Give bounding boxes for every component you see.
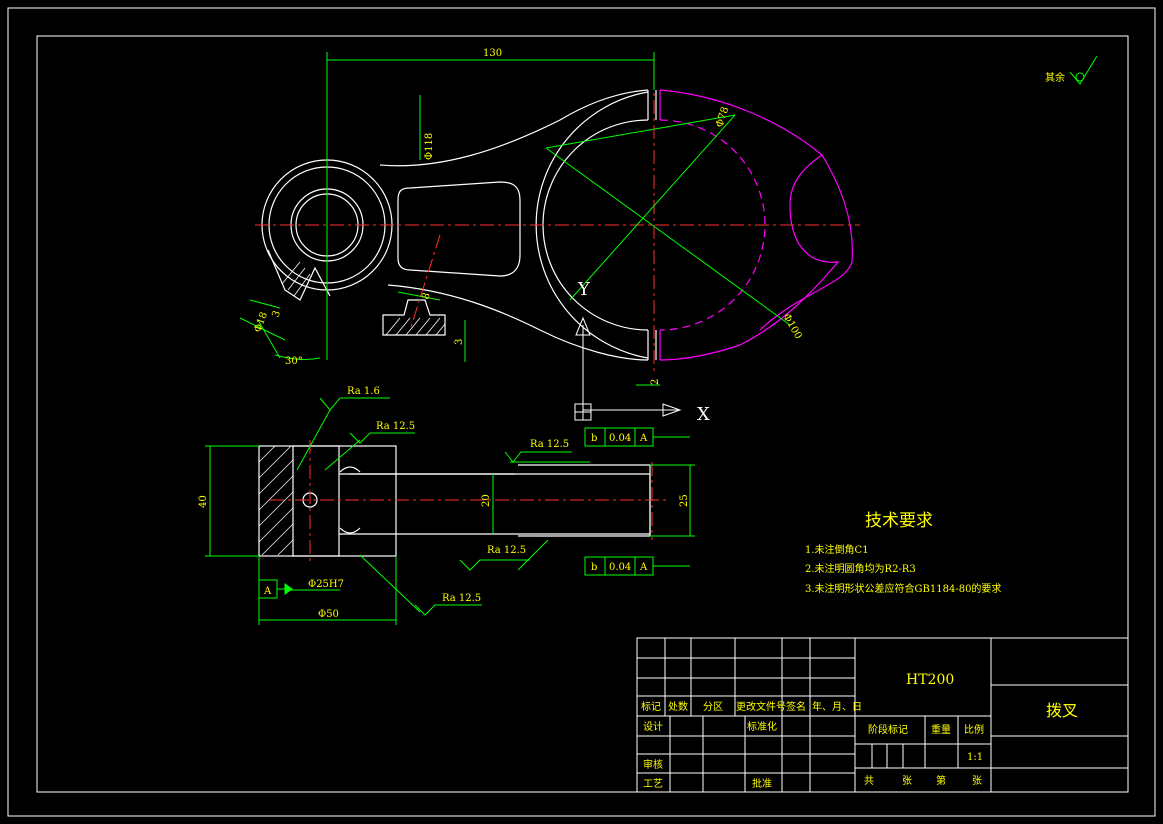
notes-title: 技术要求 — [865, 511, 933, 531]
ra125a-symbol — [349, 432, 415, 444]
tb-part-name: 拨叉 — [1046, 701, 1078, 720]
dim-130-text: 130 — [483, 48, 502, 59]
tol-top-symbol: b — [591, 433, 597, 444]
dim-100-diag-b — [569, 114, 736, 301]
lug-outline — [267, 249, 331, 301]
front-view — [258, 445, 651, 557]
tb-stage: 阶段标记 — [868, 723, 908, 736]
ra-1-6-text: Ra 1.6 — [347, 386, 380, 397]
dim-50-text: Φ50 — [318, 609, 339, 620]
ra-12-5-c-text: Ra 12.5 — [487, 545, 526, 556]
tb-review: 审核 — [643, 758, 663, 771]
dimensions-top — [239, 52, 791, 386]
boss-section — [258, 445, 397, 557]
tb-total: 共 — [864, 775, 874, 787]
ra125a-leader — [324, 439, 361, 471]
drawing-sheet: 130 Φ118 Φ78 Φ100 Φ18 30° 3 8 3 2 40 20 … — [0, 0, 1163, 824]
tb-standardize: 标准化 — [747, 720, 777, 733]
tb-weight: 重量 — [931, 723, 951, 736]
ra-12-5-b-text: Ra 12.5 — [530, 439, 569, 450]
ra125d-leader — [359, 554, 421, 613]
others-finish-circle — [1075, 72, 1085, 82]
ra16-leader — [296, 409, 331, 471]
others-finish-text: 其余 — [1045, 71, 1065, 84]
ucs-y-label: Y — [577, 279, 591, 300]
dim-2-text: 2 — [650, 379, 661, 385]
datum-a-text: A — [263, 586, 272, 597]
dim-18-text: Φ18 — [252, 311, 269, 334]
dim-30-text: 30° — [285, 356, 303, 367]
ra-12-5-d-text: Ra 12.5 — [442, 593, 481, 604]
tb-hdr-count: 处数 — [668, 700, 688, 713]
tb-page: 第 — [936, 774, 946, 787]
drawing-canvas: 130 Φ118 Φ78 Φ100 Φ18 30° 3 8 3 2 40 20 … — [7, 7, 1156, 817]
tol-bottom-symbol: b — [591, 562, 597, 573]
tb-scale-label: 比例 — [964, 723, 984, 736]
dim-118-text: Φ118 — [424, 133, 435, 160]
tol-bottom-value: 0.04 — [609, 562, 631, 573]
dim-100-text: Φ100 — [780, 312, 803, 341]
tb-hdr-zone: 分区 — [703, 701, 723, 713]
centerline-web — [409, 234, 441, 331]
tb-sheet: 张 — [972, 775, 982, 787]
dim-20-text: 20 — [481, 494, 492, 507]
tb-hdr-change: 更改文件号 — [736, 700, 786, 713]
dim-25-text: 25 — [679, 494, 690, 507]
tb-sheets: 张 — [902, 775, 912, 787]
tol-top-datum: A — [639, 433, 648, 444]
tb-material: HT200 — [906, 672, 954, 688]
dim-3b-text: 3 — [454, 339, 465, 345]
rib-curve-bottom — [339, 527, 361, 534]
tol-top-value: 0.04 — [609, 433, 631, 444]
note-3: 3.未注明形状公差应符合GB1184-80的要求 — [805, 582, 1001, 595]
note-2: 2.未注明圆角均为R2-R3 — [805, 562, 916, 575]
web-pocket — [397, 181, 521, 277]
ra125d-symbol — [414, 604, 482, 616]
dim-18-line-b — [249, 299, 281, 309]
note-1: 1.未注倒角C1 — [805, 543, 869, 556]
tb-design: 设计 — [643, 720, 663, 733]
tb-scale-value: 1:1 — [967, 752, 983, 763]
tolerance-frames — [584, 427, 654, 576]
tb-approve: 批准 — [752, 777, 772, 790]
rib-curve-top — [339, 466, 361, 473]
tol-bottom-datum: A — [639, 562, 648, 573]
ra16-symbol — [319, 397, 390, 411]
ucs-x-label: X — [697, 404, 710, 425]
tb-hdr-mark: 标记 — [641, 701, 661, 713]
ra-12-5-a-text: Ra 12.5 — [376, 421, 415, 432]
ra125b-symbol — [504, 451, 572, 463]
dim-8-ext — [397, 291, 441, 301]
dim-40-text: 40 — [198, 495, 209, 508]
centerlines-front — [270, 440, 670, 565]
dim-3-text: 3 — [270, 309, 283, 319]
arm-section-top — [339, 473, 651, 535]
dim-25h7-text: Φ25H7 — [308, 579, 344, 590]
tb-hdr-sign: 签名 — [786, 700, 806, 713]
phantom-notch — [759, 154, 853, 331]
tb-process: 工艺 — [643, 778, 663, 790]
tb-hdr-date: 年、月、日 — [812, 700, 862, 713]
section-hatch — [385, 317, 446, 336]
bore-region — [292, 445, 340, 557]
centerlines-top — [255, 75, 860, 375]
dim-78-text: Φ78 — [714, 106, 731, 129]
